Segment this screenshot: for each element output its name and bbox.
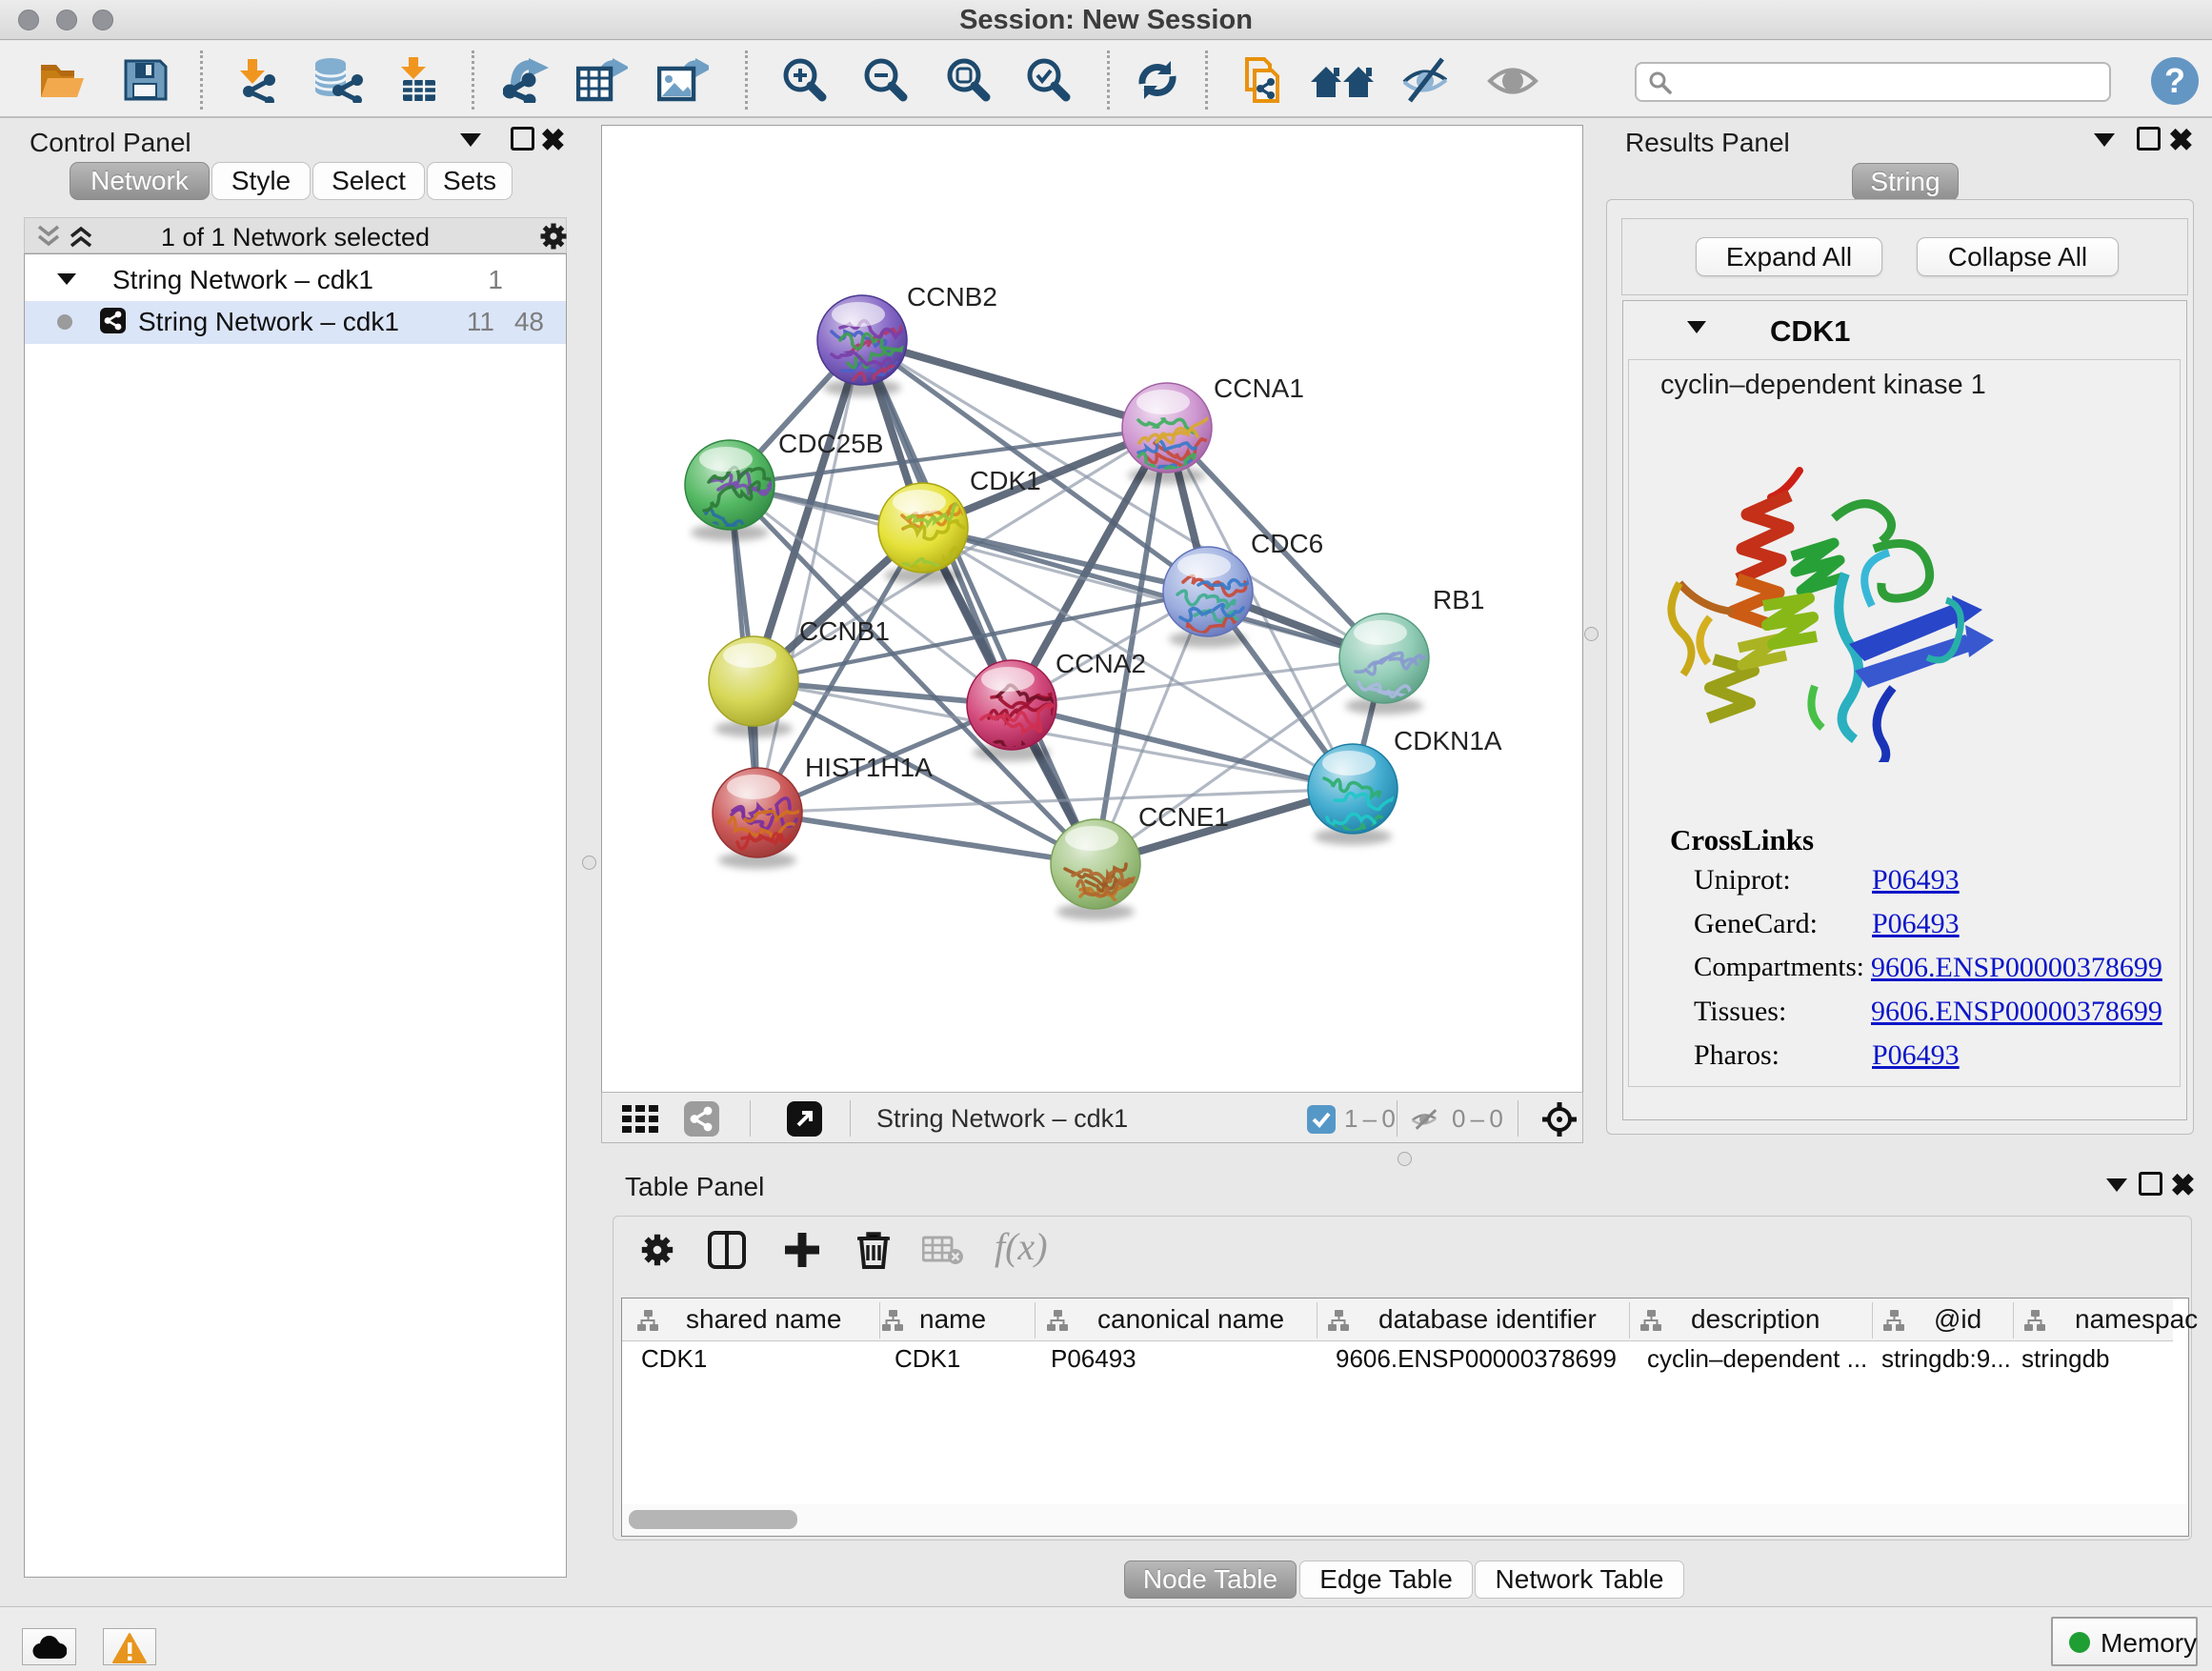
svg-text:CDK1: CDK1 <box>970 466 1041 495</box>
svg-text:CCNB2: CCNB2 <box>907 282 997 312</box>
svg-text:CCNA2: CCNA2 <box>1056 649 1146 678</box>
svg-text:CDKN1A: CDKN1A <box>1394 726 1502 755</box>
svg-text:CDC6: CDC6 <box>1251 529 1323 558</box>
svg-text:CCNB1: CCNB1 <box>799 616 890 646</box>
svg-text:CCNA1: CCNA1 <box>1214 373 1304 403</box>
svg-text:CDC25B: CDC25B <box>778 429 883 458</box>
svg-text:RB1: RB1 <box>1433 585 1484 614</box>
svg-text:HIST1H1A: HIST1H1A <box>805 753 933 782</box>
svg-text:CCNE1: CCNE1 <box>1138 802 1229 832</box>
